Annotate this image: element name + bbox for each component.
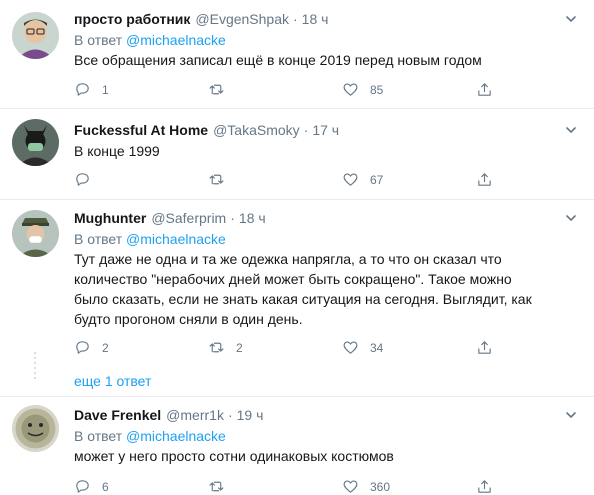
share-icon	[478, 173, 491, 186]
tweet-text: В конце 1999	[74, 143, 160, 159]
retweet-icon	[209, 342, 224, 353]
tweet-text: может у него просто сотни одинаковых кос…	[74, 448, 394, 464]
retweet-button[interactable]	[208, 81, 342, 98]
reply-button[interactable]: 1	[74, 81, 208, 98]
like-count: 360	[370, 479, 391, 494]
retweet-button[interactable]: 2	[208, 339, 342, 356]
share-icon	[478, 341, 491, 354]
chevron-down-icon[interactable]	[564, 408, 578, 422]
tweet-text-line: Тут даже не одна и та же одежка напрягла…	[74, 251, 502, 267]
tweet-text-line: будто прогоном сняли в один день.	[74, 311, 303, 327]
chevron-down-icon[interactable]	[564, 12, 578, 26]
reply-context: В ответ @michaelnacke	[74, 30, 578, 50]
reply-count: 6	[102, 479, 109, 494]
reply-icon	[76, 83, 89, 96]
reply-count: 1	[102, 82, 109, 97]
like-icon	[343, 341, 358, 354]
reply-icon	[76, 341, 89, 354]
like-icon	[343, 173, 358, 186]
tweet-text: Все обращения записал ещё в конце 2019 п…	[74, 52, 482, 68]
divider	[0, 199, 594, 200]
like-button[interactable]: 67	[342, 171, 476, 188]
retweet-icon	[209, 174, 224, 185]
reply-count: 2	[102, 340, 109, 355]
separator: ·	[303, 122, 309, 138]
chevron-down-icon[interactable]	[564, 123, 578, 137]
reply-button[interactable]: 6	[74, 478, 208, 495]
author-handle[interactable]: @EvgenShpak	[195, 10, 289, 28]
mention-link[interactable]: @michaelnacke	[126, 428, 226, 444]
timestamp[interactable]: 17 ч	[312, 121, 339, 139]
divider	[0, 108, 594, 109]
mention-link[interactable]: @michaelnacke	[126, 231, 226, 247]
author-name[interactable]: Dave Frenkel	[74, 406, 161, 424]
share-button[interactable]	[476, 339, 493, 356]
share-button[interactable]	[476, 478, 493, 495]
reply-button[interactable]	[74, 171, 208, 188]
show-more-replies-link[interactable]: еще 1 ответ	[74, 373, 151, 389]
separator: ·	[230, 210, 235, 226]
reply-icon	[76, 480, 89, 493]
author-name[interactable]: просто работник	[74, 10, 190, 28]
thread-connector	[34, 352, 37, 382]
chevron-down-icon[interactable]	[564, 211, 578, 225]
tweet-text-line: количество "нерабочих дней может быть со…	[74, 271, 512, 287]
author-name[interactable]: Fuckessful At Home	[74, 121, 208, 139]
retweet-button[interactable]	[208, 478, 342, 495]
author-handle[interactable]: @merr1k	[166, 406, 224, 424]
retweet-button[interactable]	[208, 171, 342, 188]
reply-prefix: В ответ	[74, 32, 123, 48]
tweet-text-line: было сказать, если не знать какая ситуац…	[74, 291, 532, 307]
like-button[interactable]: 85	[342, 81, 476, 98]
retweet-count: 2	[236, 340, 243, 355]
divider	[0, 396, 594, 397]
reply-prefix: В ответ	[74, 428, 123, 444]
mention-link[interactable]: @michaelnacke	[126, 32, 226, 48]
separator: ·	[227, 407, 233, 423]
like-count: 67	[370, 172, 384, 187]
timestamp[interactable]: 18 ч	[302, 10, 329, 28]
like-button[interactable]: 360	[342, 478, 476, 495]
share-icon	[478, 480, 491, 493]
author-name[interactable]: Mughunter	[74, 209, 146, 227]
share-icon	[478, 83, 491, 96]
reply-context: В ответ @michaelnacke	[74, 229, 578, 249]
reply-context: В ответ @michaelnacke	[74, 426, 578, 446]
retweet-icon	[209, 84, 224, 95]
retweet-icon	[209, 481, 224, 492]
reply-icon	[76, 173, 89, 186]
timestamp[interactable]: 18 ч	[239, 209, 266, 227]
like-button[interactable]: 34	[342, 339, 476, 356]
reply-prefix: В ответ	[74, 231, 123, 247]
like-icon	[343, 480, 358, 493]
like-icon	[343, 83, 358, 96]
author-handle[interactable]: @TakaSmoky	[213, 121, 300, 139]
author-handle[interactable]: @Saferprim	[151, 209, 226, 227]
timestamp[interactable]: 19 ч	[237, 406, 264, 424]
share-button[interactable]	[476, 171, 493, 188]
like-count: 85	[370, 82, 384, 97]
separator: ·	[293, 11, 298, 27]
tweet-text: Тут даже не одна и та же одежка напрягла…	[74, 249, 578, 329]
share-button[interactable]	[476, 81, 493, 98]
like-count: 34	[370, 340, 384, 355]
reply-button[interactable]: 2	[74, 339, 208, 356]
